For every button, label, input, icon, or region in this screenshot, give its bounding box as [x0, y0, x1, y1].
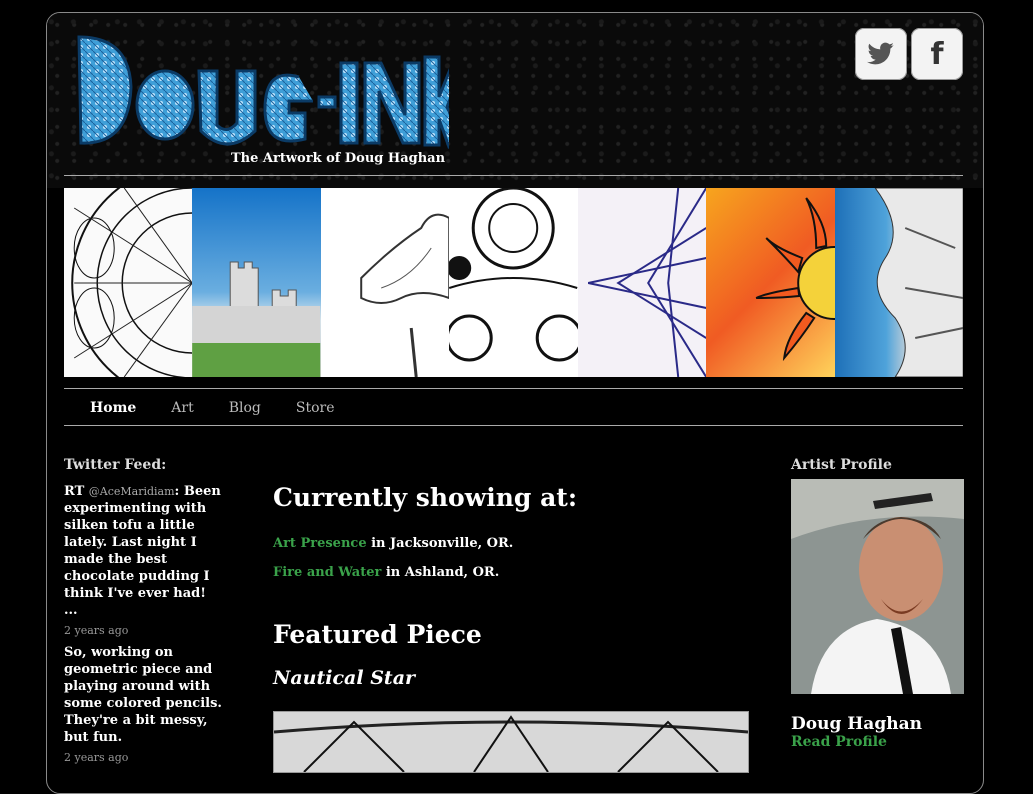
- twitter-button[interactable]: [855, 28, 907, 80]
- facebook-icon: f: [930, 36, 944, 72]
- tweet-prefix: RT: [64, 484, 85, 499]
- banner-panel-tree[interactable]: [320, 188, 450, 377]
- twitter-feed: Twitter Feed: RT @AceMaridiam: Been expe…: [64, 457, 224, 771]
- mandala-art: [71, 188, 193, 377]
- banner-panel-castle[interactable]: [192, 188, 321, 377]
- showing-item: Fire and Water in Ashland, OR.: [273, 565, 753, 580]
- tweet-time[interactable]: 2 years ago: [64, 622, 224, 639]
- banner-panel-coast[interactable]: [834, 188, 963, 377]
- tree-art: [360, 213, 450, 377]
- venue-location: in Jacksonville, OR.: [366, 536, 514, 551]
- tweet: So, working on geometric piece and playi…: [64, 644, 224, 766]
- nautical-star-art: [273, 712, 749, 773]
- star-art: [587, 188, 707, 377]
- circles-art: [449, 188, 578, 362]
- banner-panel-circles[interactable]: [449, 188, 578, 377]
- featured-piece-name[interactable]: Nautical Star: [273, 667, 753, 689]
- venue-link[interactable]: Art Presence: [273, 536, 367, 551]
- facebook-button[interactable]: f: [911, 28, 963, 80]
- tweet-text: So, working on geometric piece and playi…: [64, 645, 222, 745]
- venue-location: in Ashland, OR.: [381, 565, 500, 580]
- coast-art: [874, 188, 963, 377]
- tweet: RT @AceMaridiam: Been experimenting with…: [64, 483, 224, 639]
- banner-panel-sun[interactable]: [706, 188, 835, 377]
- venue-link[interactable]: Fire and Water: [273, 565, 381, 580]
- artist-portrait: [791, 479, 964, 694]
- featured-title: Featured Piece: [273, 620, 482, 649]
- site-tagline: The Artwork of Doug Haghan: [231, 151, 446, 166]
- header-divider: [64, 175, 963, 176]
- twitter-icon: [867, 42, 894, 65]
- castle-art: [192, 261, 321, 377]
- read-profile-link[interactable]: Read Profile: [791, 734, 966, 750]
- tweet-handle-link[interactable]: @AceMaridiam: [89, 485, 175, 498]
- banner-panel-mandala[interactable]: [64, 188, 193, 377]
- nav-blog[interactable]: Blog: [229, 400, 261, 416]
- banner-panel-star[interactable]: [577, 188, 707, 377]
- art-banner[interactable]: [64, 188, 963, 377]
- twitter-feed-title: Twitter Feed:: [64, 457, 167, 473]
- profile-photo[interactable]: [791, 479, 964, 694]
- showing-item: Art Presence in Jacksonville, OR.: [273, 536, 753, 551]
- page-frame: The Artwork of Doug Haghan f Home Art Bl…: [46, 12, 984, 794]
- nav-art[interactable]: Art: [171, 400, 193, 416]
- showing-title: Currently showing at:: [273, 483, 578, 512]
- nav-home[interactable]: Home: [90, 400, 136, 416]
- artist-name: Doug Haghan: [791, 714, 922, 734]
- main-content: Currently showing at: Art Presence in Ja…: [273, 483, 753, 773]
- artist-profile: Artist Profile Doug Haghan Read Profile: [791, 457, 966, 750]
- tweet-text: : Been experimenting with silken tofu a …: [64, 484, 221, 618]
- nav-store[interactable]: Store: [296, 400, 335, 416]
- sun-art: [755, 197, 835, 362]
- profile-title: Artist Profile: [791, 457, 892, 473]
- tweet-time[interactable]: 2 years ago: [64, 749, 224, 766]
- banner-divider: [64, 388, 963, 389]
- doug-ink-logo[interactable]: [69, 27, 449, 157]
- main-nav: Home Art Blog Store: [64, 390, 963, 426]
